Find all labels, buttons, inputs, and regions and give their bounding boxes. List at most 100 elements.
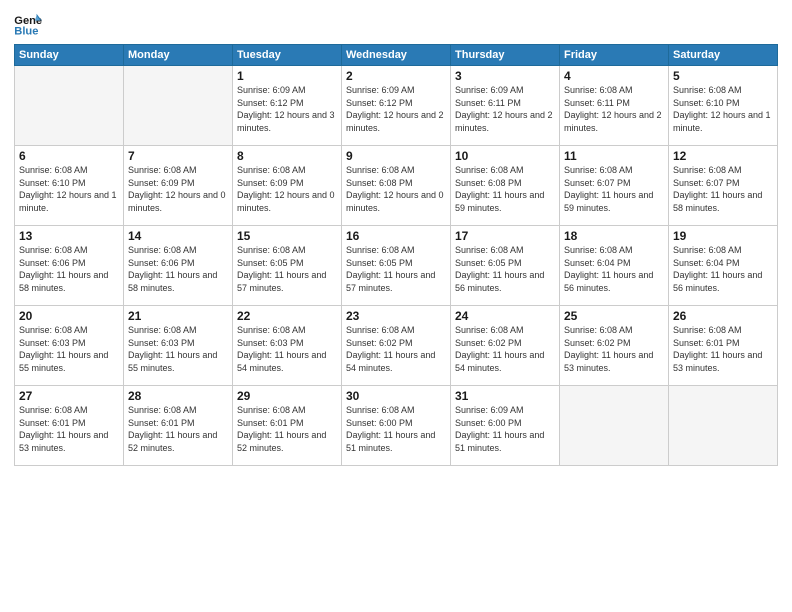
- day-detail: Sunrise: 6:08 AMSunset: 6:02 PMDaylight:…: [455, 324, 555, 374]
- day-number: 5: [673, 69, 773, 83]
- day-detail: Sunrise: 6:08 AMSunset: 6:05 PMDaylight:…: [455, 244, 555, 294]
- day-detail: Sunrise: 6:08 AMSunset: 6:04 PMDaylight:…: [564, 244, 664, 294]
- weekday-tuesday: Tuesday: [233, 45, 342, 66]
- day-cell: 23Sunrise: 6:08 AMSunset: 6:02 PMDayligh…: [342, 306, 451, 386]
- day-number: 9: [346, 149, 446, 163]
- day-cell: 26Sunrise: 6:08 AMSunset: 6:01 PMDayligh…: [669, 306, 778, 386]
- day-number: 23: [346, 309, 446, 323]
- day-number: 10: [455, 149, 555, 163]
- day-detail: Sunrise: 6:09 AMSunset: 6:00 PMDaylight:…: [455, 404, 555, 454]
- day-detail: Sunrise: 6:08 AMSunset: 6:09 PMDaylight:…: [237, 164, 337, 214]
- day-detail: Sunrise: 6:08 AMSunset: 6:01 PMDaylight:…: [673, 324, 773, 374]
- day-number: 3: [455, 69, 555, 83]
- day-number: 8: [237, 149, 337, 163]
- day-cell: 8Sunrise: 6:08 AMSunset: 6:09 PMDaylight…: [233, 146, 342, 226]
- day-number: 27: [19, 389, 119, 403]
- day-detail: Sunrise: 6:08 AMSunset: 6:10 PMDaylight:…: [19, 164, 119, 214]
- day-number: 20: [19, 309, 119, 323]
- day-detail: Sunrise: 6:09 AMSunset: 6:12 PMDaylight:…: [346, 84, 446, 134]
- day-detail: Sunrise: 6:08 AMSunset: 6:01 PMDaylight:…: [128, 404, 228, 454]
- day-cell: 22Sunrise: 6:08 AMSunset: 6:03 PMDayligh…: [233, 306, 342, 386]
- day-detail: Sunrise: 6:08 AMSunset: 6:05 PMDaylight:…: [346, 244, 446, 294]
- header: General Blue: [14, 12, 778, 36]
- page: General Blue SundayMondayTuesdayWednesda…: [0, 0, 792, 612]
- day-cell: 25Sunrise: 6:08 AMSunset: 6:02 PMDayligh…: [560, 306, 669, 386]
- day-number: 22: [237, 309, 337, 323]
- day-number: 15: [237, 229, 337, 243]
- day-number: 2: [346, 69, 446, 83]
- day-detail: Sunrise: 6:08 AMSunset: 6:02 PMDaylight:…: [346, 324, 446, 374]
- day-detail: Sunrise: 6:09 AMSunset: 6:12 PMDaylight:…: [237, 84, 337, 134]
- day-cell: 18Sunrise: 6:08 AMSunset: 6:04 PMDayligh…: [560, 226, 669, 306]
- day-detail: Sunrise: 6:08 AMSunset: 6:03 PMDaylight:…: [237, 324, 337, 374]
- day-cell: [15, 66, 124, 146]
- day-number: 24: [455, 309, 555, 323]
- day-detail: Sunrise: 6:08 AMSunset: 6:00 PMDaylight:…: [346, 404, 446, 454]
- day-detail: Sunrise: 6:08 AMSunset: 6:03 PMDaylight:…: [128, 324, 228, 374]
- day-detail: Sunrise: 6:08 AMSunset: 6:02 PMDaylight:…: [564, 324, 664, 374]
- day-cell: 14Sunrise: 6:08 AMSunset: 6:06 PMDayligh…: [124, 226, 233, 306]
- weekday-saturday: Saturday: [669, 45, 778, 66]
- day-cell: 31Sunrise: 6:09 AMSunset: 6:00 PMDayligh…: [451, 386, 560, 466]
- day-number: 12: [673, 149, 773, 163]
- day-number: 25: [564, 309, 664, 323]
- day-number: 11: [564, 149, 664, 163]
- day-detail: Sunrise: 6:08 AMSunset: 6:01 PMDaylight:…: [237, 404, 337, 454]
- week-row-4: 20Sunrise: 6:08 AMSunset: 6:03 PMDayligh…: [15, 306, 778, 386]
- day-cell: 3Sunrise: 6:09 AMSunset: 6:11 PMDaylight…: [451, 66, 560, 146]
- day-cell: 10Sunrise: 6:08 AMSunset: 6:08 PMDayligh…: [451, 146, 560, 226]
- day-cell: 21Sunrise: 6:08 AMSunset: 6:03 PMDayligh…: [124, 306, 233, 386]
- day-detail: Sunrise: 6:08 AMSunset: 6:11 PMDaylight:…: [564, 84, 664, 134]
- day-cell: 7Sunrise: 6:08 AMSunset: 6:09 PMDaylight…: [124, 146, 233, 226]
- day-cell: 12Sunrise: 6:08 AMSunset: 6:07 PMDayligh…: [669, 146, 778, 226]
- day-cell: 6Sunrise: 6:08 AMSunset: 6:10 PMDaylight…: [15, 146, 124, 226]
- day-number: 16: [346, 229, 446, 243]
- day-detail: Sunrise: 6:08 AMSunset: 6:06 PMDaylight:…: [128, 244, 228, 294]
- day-cell: 9Sunrise: 6:08 AMSunset: 6:08 PMDaylight…: [342, 146, 451, 226]
- day-cell: 15Sunrise: 6:08 AMSunset: 6:05 PMDayligh…: [233, 226, 342, 306]
- day-detail: Sunrise: 6:09 AMSunset: 6:11 PMDaylight:…: [455, 84, 555, 134]
- weekday-thursday: Thursday: [451, 45, 560, 66]
- day-detail: Sunrise: 6:08 AMSunset: 6:04 PMDaylight:…: [673, 244, 773, 294]
- day-cell: 4Sunrise: 6:08 AMSunset: 6:11 PMDaylight…: [560, 66, 669, 146]
- week-row-2: 6Sunrise: 6:08 AMSunset: 6:10 PMDaylight…: [15, 146, 778, 226]
- day-number: 14: [128, 229, 228, 243]
- day-number: 29: [237, 389, 337, 403]
- day-number: 4: [564, 69, 664, 83]
- day-number: 26: [673, 309, 773, 323]
- day-cell: 2Sunrise: 6:09 AMSunset: 6:12 PMDaylight…: [342, 66, 451, 146]
- day-detail: Sunrise: 6:08 AMSunset: 6:06 PMDaylight:…: [19, 244, 119, 294]
- day-cell: 24Sunrise: 6:08 AMSunset: 6:02 PMDayligh…: [451, 306, 560, 386]
- day-cell: 27Sunrise: 6:08 AMSunset: 6:01 PMDayligh…: [15, 386, 124, 466]
- day-cell: [124, 66, 233, 146]
- logo-icon: General Blue: [14, 12, 42, 36]
- day-cell: [560, 386, 669, 466]
- day-cell: 28Sunrise: 6:08 AMSunset: 6:01 PMDayligh…: [124, 386, 233, 466]
- weekday-header-row: SundayMondayTuesdayWednesdayThursdayFrid…: [15, 45, 778, 66]
- day-detail: Sunrise: 6:08 AMSunset: 6:07 PMDaylight:…: [673, 164, 773, 214]
- weekday-monday: Monday: [124, 45, 233, 66]
- day-detail: Sunrise: 6:08 AMSunset: 6:01 PMDaylight:…: [19, 404, 119, 454]
- day-detail: Sunrise: 6:08 AMSunset: 6:03 PMDaylight:…: [19, 324, 119, 374]
- day-number: 21: [128, 309, 228, 323]
- day-detail: Sunrise: 6:08 AMSunset: 6:09 PMDaylight:…: [128, 164, 228, 214]
- day-detail: Sunrise: 6:08 AMSunset: 6:10 PMDaylight:…: [673, 84, 773, 134]
- day-cell: 13Sunrise: 6:08 AMSunset: 6:06 PMDayligh…: [15, 226, 124, 306]
- day-number: 7: [128, 149, 228, 163]
- day-cell: 17Sunrise: 6:08 AMSunset: 6:05 PMDayligh…: [451, 226, 560, 306]
- day-number: 13: [19, 229, 119, 243]
- day-detail: Sunrise: 6:08 AMSunset: 6:08 PMDaylight:…: [346, 164, 446, 214]
- weekday-friday: Friday: [560, 45, 669, 66]
- week-row-5: 27Sunrise: 6:08 AMSunset: 6:01 PMDayligh…: [15, 386, 778, 466]
- day-cell: 5Sunrise: 6:08 AMSunset: 6:10 PMDaylight…: [669, 66, 778, 146]
- week-row-3: 13Sunrise: 6:08 AMSunset: 6:06 PMDayligh…: [15, 226, 778, 306]
- calendar-table: SundayMondayTuesdayWednesdayThursdayFrid…: [14, 44, 778, 466]
- day-number: 1: [237, 69, 337, 83]
- day-number: 18: [564, 229, 664, 243]
- day-number: 19: [673, 229, 773, 243]
- weekday-wednesday: Wednesday: [342, 45, 451, 66]
- day-number: 30: [346, 389, 446, 403]
- day-cell: 1Sunrise: 6:09 AMSunset: 6:12 PMDaylight…: [233, 66, 342, 146]
- day-number: 17: [455, 229, 555, 243]
- logo: General Blue: [14, 12, 42, 36]
